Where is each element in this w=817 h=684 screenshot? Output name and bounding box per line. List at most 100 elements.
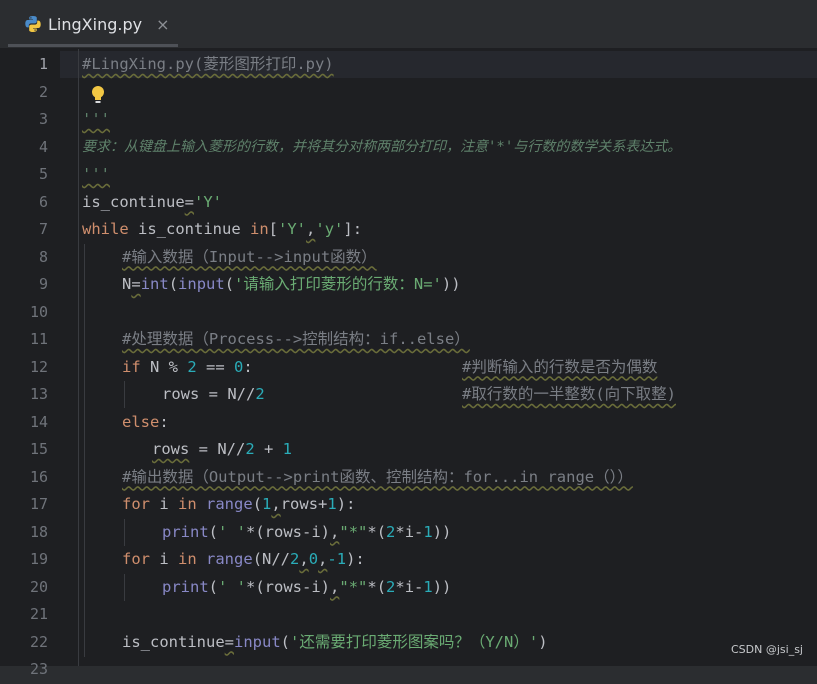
code-line-6: is_continue='Y' <box>82 189 222 217</box>
code-line-17: for i in range(1,rows+1): <box>122 491 355 519</box>
string: 'Y' <box>278 220 307 238</box>
code-line-12: if N % 2 == 0: <box>122 354 253 382</box>
number: 1 <box>423 577 433 596</box>
code: *( <box>367 522 387 541</box>
code-line-4: 要求：从键盘上输入菱形的行数，并将其分对称两部分打印，注意'*'与行数的数学关系… <box>82 134 681 162</box>
code: == <box>196 357 235 376</box>
number: 1 <box>327 495 337 513</box>
builtin: range <box>206 550 253 568</box>
lightbulb-icon[interactable] <box>90 84 106 106</box>
comment: #处理数据（Process-->控制结构：if..else） <box>122 330 470 348</box>
code: *(rows-i) <box>246 577 331 596</box>
code: *i- <box>395 522 424 541</box>
punct: , <box>330 522 340 541</box>
watermark-text: CSDN @jsi_sj <box>731 643 803 656</box>
punct: ( <box>208 522 219 541</box>
line-number: 10 <box>29 302 48 321</box>
docstring-quote: ''' <box>82 165 110 183</box>
code: i <box>150 550 178 568</box>
indent-guide <box>84 243 85 657</box>
builtin: range <box>206 495 253 513</box>
number: 1 <box>423 522 433 541</box>
code-line-7: while is_continue in['Y','y']: <box>82 216 362 244</box>
line-number: 19 <box>29 550 48 568</box>
close-icon[interactable]: × <box>156 15 169 34</box>
punct: ]: <box>343 220 363 238</box>
code-line-1: #LingXing.py(菱形图形打印.py) <box>82 51 334 79</box>
keyword: for <box>122 550 150 568</box>
line-number: 13 <box>29 385 48 403</box>
punct: , <box>318 550 328 568</box>
number: 0 <box>234 357 244 376</box>
code-line-8: #输入数据（Input-->input函数） <box>122 244 377 272</box>
number: 1 <box>282 440 293 458</box>
comment: #判断输入的行数是否为偶数 <box>462 357 658 376</box>
code-line-19: for i in range(N//2,0,-1): <box>122 546 365 574</box>
number: 1 <box>262 495 272 513</box>
punct: ( <box>280 632 291 651</box>
line-number: 18 <box>29 522 48 541</box>
line-number: 4 <box>38 137 48 156</box>
keyword: in <box>178 550 197 568</box>
line-number: 1 <box>38 55 48 73</box>
number: 2 <box>386 577 396 596</box>
keyword: for <box>122 495 150 513</box>
indent-guide <box>124 518 125 546</box>
number: -1 <box>327 550 347 568</box>
operator: = <box>131 275 141 293</box>
punct: ) <box>538 632 548 651</box>
code: = N// <box>189 440 246 458</box>
line-number: 15 <box>29 440 48 458</box>
line-number: 3 <box>38 110 48 128</box>
code-line-13: rows = N//2 <box>162 381 265 409</box>
keyword: while <box>82 220 129 238</box>
docstring-text: 要求：从键盘上输入菱形的行数，并将其分对称两部分打印，注意'*'与行数的数学关系… <box>82 138 682 155</box>
line-number: 22 <box>29 632 48 651</box>
line-number: 8 <box>38 247 48 266</box>
identifier: is_continue <box>122 632 225 651</box>
code-line-18: print(' '*(rows-i),"*"*(2*i-1)) <box>162 519 451 547</box>
builtin: input <box>234 632 281 651</box>
code-line-3: ''' <box>82 106 110 134</box>
code-line-5: ''' <box>82 161 110 189</box>
code-editor[interactable]: 1 2 3 4 5 6 7 8 9 10 11 12 13 14 15 16 1… <box>0 49 817 678</box>
punct: ( <box>208 577 219 596</box>
string: ' ' <box>218 522 247 541</box>
code-line-9: N=int(input('请输入打印菱形的行数：N=')) <box>122 271 461 299</box>
string: '还需要打印菱形图案吗？（Y/N）' <box>290 632 539 651</box>
identifier: is_continue <box>82 192 185 211</box>
code: i <box>150 495 178 513</box>
code-line-22: is_continue=input('还需要打印菱形图案吗？（Y/N）') <box>122 629 548 657</box>
line-number: 16 <box>29 467 48 486</box>
punct: ( <box>224 275 235 293</box>
identifier: is_continue <box>128 220 250 238</box>
line-number: 2 <box>38 82 48 101</box>
identifier: N <box>122 275 132 293</box>
number: 2 <box>290 550 300 568</box>
punct: ): <box>346 550 365 568</box>
comment: #输出数据（Output-->print函数、控制结构：for...in ran… <box>122 467 633 486</box>
code: N % <box>140 357 188 376</box>
line-number: 21 <box>29 605 48 623</box>
comment: #输入数据（Input-->input函数） <box>122 247 377 266</box>
number: 2 <box>245 440 255 458</box>
code: (N// <box>252 550 291 568</box>
tab-lingxing-py[interactable]: LingXing.py × <box>14 0 179 48</box>
string: "*" <box>339 577 368 596</box>
code-line-15: rows = N//2 + 1 <box>152 436 292 464</box>
number: 2 <box>386 522 396 541</box>
line-number-gutter: 1 2 3 4 5 6 7 8 9 10 11 12 13 14 15 16 1… <box>0 49 60 678</box>
gutter-separator <box>78 49 79 666</box>
line-number: 17 <box>29 495 48 513</box>
line-number: 20 <box>29 577 48 596</box>
operator: = <box>184 192 194 211</box>
punct: [ <box>268 220 279 238</box>
string: "*" <box>339 522 368 541</box>
comment: #取行数的一半整数(向下取整) <box>462 385 676 403</box>
number: 0 <box>308 550 319 568</box>
builtin: print <box>162 522 209 541</box>
keyword: in <box>178 495 197 513</box>
number: 2 <box>255 385 265 403</box>
